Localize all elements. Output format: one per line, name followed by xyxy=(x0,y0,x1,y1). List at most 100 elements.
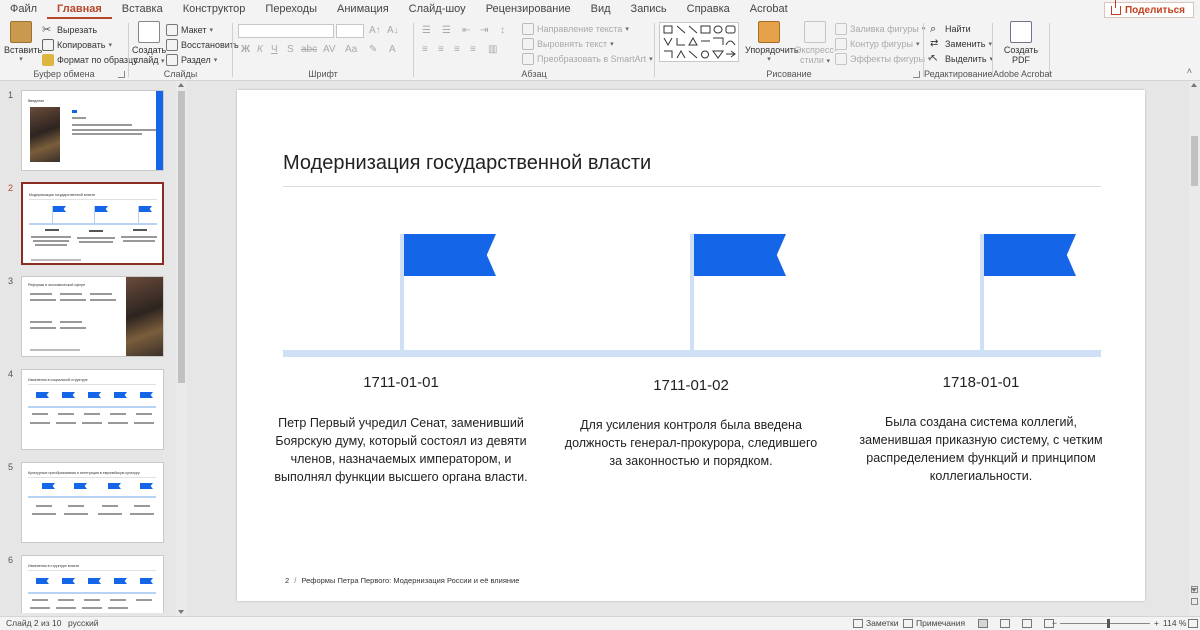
slide-thumbnail-3[interactable]: Реформы в экономической сфере xyxy=(21,276,164,357)
reading-view-icon[interactable] xyxy=(1022,619,1032,628)
timeline-flag[interactable] xyxy=(404,234,496,276)
quick-styles-button[interactable]: Экспресс- стили ▾ xyxy=(795,21,837,67)
zoom-in-icon[interactable]: + xyxy=(1154,618,1159,628)
event-description[interactable]: Была создана система коллегий, заменивша… xyxy=(851,413,1111,485)
paste-button[interactable]: Вставить ▾ xyxy=(4,21,42,65)
shape-outline-button[interactable]: Контур фигуры ▾ xyxy=(835,38,919,50)
clipboard-launcher-icon[interactable] xyxy=(118,71,125,78)
cut-button[interactable]: ✂ Вырезать xyxy=(42,24,97,36)
slide-scrollbar[interactable] xyxy=(1189,81,1200,616)
timeline-flag[interactable] xyxy=(694,234,786,276)
font-color-icon[interactable]: A xyxy=(389,44,396,55)
shadow-icon[interactable]: S xyxy=(287,44,294,55)
replace-button[interactable]: ⇄ Заменить ▾ xyxy=(930,38,992,50)
line-spacing-icon[interactable]: ↕ xyxy=(500,25,505,36)
comments-button[interactable]: Примечания xyxy=(916,618,965,628)
spacing-icon[interactable]: AV xyxy=(323,44,336,55)
tab-view[interactable]: Вид xyxy=(581,0,621,19)
slide-canvas[interactable]: Модернизация государственной власти 1711… xyxy=(237,90,1145,601)
align-center-icon[interactable]: ≡ xyxy=(438,44,444,55)
tab-home[interactable]: Главная xyxy=(47,0,112,19)
thumbnails-scrollbar[interactable] xyxy=(176,81,187,616)
slide-thumbnail-6[interactable]: Изменения в структуре власти xyxy=(21,555,164,613)
event-date[interactable]: 1718-01-01 xyxy=(851,374,1111,391)
font-size-select[interactable] xyxy=(336,24,364,38)
highlight-icon[interactable]: ✎ xyxy=(369,44,377,55)
footer-text: Реформы Петра Первого: Модернизация Росс… xyxy=(301,576,520,585)
notes-button[interactable]: Заметки xyxy=(866,618,899,628)
font-family-select[interactable] xyxy=(238,24,334,38)
zoom-out-icon[interactable]: − xyxy=(1052,618,1057,628)
outdent-icon[interactable]: ⇤ xyxy=(462,25,470,36)
tab-help[interactable]: Справка xyxy=(677,0,740,19)
zoom-slider[interactable] xyxy=(1060,623,1150,624)
event-description[interactable]: Для усиления контроля была введена должн… xyxy=(561,416,821,470)
event-date[interactable]: 1711-01-01 xyxy=(271,374,531,391)
slide-title[interactable]: Модернизация государственной власти xyxy=(283,152,651,175)
shapes-gallery[interactable] xyxy=(659,22,739,62)
new-slide-button[interactable]: Создать слайд ▾ xyxy=(132,21,166,67)
slide-thumbnail-2[interactable]: Модернизация государственной власти xyxy=(21,182,164,265)
underline-icon[interactable]: Ч xyxy=(271,44,278,55)
scroll-down-icon[interactable] xyxy=(1191,588,1197,592)
shape-fill-button[interactable]: Заливка фигуры ▾ xyxy=(835,23,925,35)
drawing-launcher-icon[interactable] xyxy=(913,71,920,78)
format-painter-button[interactable]: Формат по образцу xyxy=(42,54,138,66)
find-button[interactable]: ⌕ Найти xyxy=(930,23,971,35)
indent-icon[interactable]: ⇥ xyxy=(480,25,488,36)
scroll-up-icon[interactable] xyxy=(1191,83,1197,87)
increase-font-icon[interactable]: A↑ xyxy=(369,25,381,36)
align-left-icon[interactable]: ≡ xyxy=(422,44,428,55)
arrange-button[interactable]: Упорядочить ▾ xyxy=(745,21,799,65)
share-button[interactable]: Поделиться xyxy=(1103,0,1194,18)
reset-button[interactable]: Восстановить xyxy=(166,39,239,51)
slide-sorter-icon[interactable] xyxy=(1000,619,1010,628)
scroll-up-icon[interactable] xyxy=(178,83,184,87)
strikethrough-icon[interactable]: abc xyxy=(301,44,317,55)
slide-thumbnail-5[interactable]: Культурные преобразования и интеграция в… xyxy=(21,462,164,543)
fit-slide-icon[interactable] xyxy=(1188,619,1198,628)
decrease-font-icon[interactable]: A↓ xyxy=(387,25,399,36)
zoom-level[interactable]: 114 % xyxy=(1163,618,1186,628)
text-direction-button[interactable]: Направление текста ▾ xyxy=(522,23,629,35)
normal-view-icon[interactable] xyxy=(978,619,988,628)
next-slide-icon[interactable] xyxy=(1191,598,1198,605)
zoom-slider-thumb[interactable] xyxy=(1107,619,1110,628)
scrollbar-thumb[interactable] xyxy=(178,91,185,383)
section-button[interactable]: Раздел ▾ xyxy=(166,54,217,66)
bullets-icon[interactable]: ☰ xyxy=(422,25,431,36)
tab-insert[interactable]: Вставка xyxy=(112,0,173,19)
event-description[interactable]: Петр Первый учредил Сенат, заменивший Бо… xyxy=(271,414,531,486)
tab-file[interactable]: Файл xyxy=(0,0,47,19)
language-indicator[interactable]: русский xyxy=(68,618,99,628)
numbering-icon[interactable]: ☰ xyxy=(442,25,451,36)
align-text-button[interactable]: Выровнять текст ▾ xyxy=(522,38,614,50)
timeline-flag[interactable] xyxy=(984,234,1076,276)
copy-button[interactable]: Копировать ▾ xyxy=(42,39,112,51)
slide-footer[interactable]: 2 / Реформы Петра Первого: Модернизация … xyxy=(285,576,519,585)
slide-thumbnail-4[interactable]: Изменения в социальной структуре xyxy=(21,369,164,450)
tab-acrobat[interactable]: Acrobat xyxy=(740,0,798,19)
select-button[interactable]: ↖ Выделить ▾ xyxy=(930,53,993,65)
shape-effects-button[interactable]: Эффекты фигуры ▾ xyxy=(835,53,932,65)
collapse-ribbon-icon[interactable]: ˄ xyxy=(1187,66,1192,76)
bold-icon[interactable]: Ж xyxy=(241,44,250,55)
align-right-icon[interactable]: ≡ xyxy=(454,44,460,55)
case-icon[interactable]: Aa xyxy=(345,44,357,55)
event-date[interactable]: 1711-01-02 xyxy=(561,377,821,394)
tab-design[interactable]: Конструктор xyxy=(173,0,256,19)
scrollbar-thumb[interactable] xyxy=(1191,136,1198,186)
smartart-button[interactable]: Преобразовать в SmartArt ▾ xyxy=(522,53,653,65)
tab-recording[interactable]: Запись xyxy=(621,0,677,19)
italic-icon[interactable]: К xyxy=(257,44,263,55)
tab-transitions[interactable]: Переходы xyxy=(255,0,327,19)
columns-icon[interactable]: ▥ xyxy=(488,44,497,55)
justify-icon[interactable]: ≡ xyxy=(470,44,476,55)
create-pdf-button[interactable]: Создать PDF xyxy=(1002,21,1040,65)
tab-review[interactable]: Рецензирование xyxy=(476,0,581,19)
tab-animation[interactable]: Анимация xyxy=(327,0,399,19)
layout-button[interactable]: Макет ▾ xyxy=(166,24,213,36)
scroll-down-icon[interactable] xyxy=(178,610,184,614)
slide-thumbnail-1[interactable]: Введение xyxy=(21,90,164,171)
tab-slideshow[interactable]: Слайд-шоу xyxy=(399,0,476,19)
